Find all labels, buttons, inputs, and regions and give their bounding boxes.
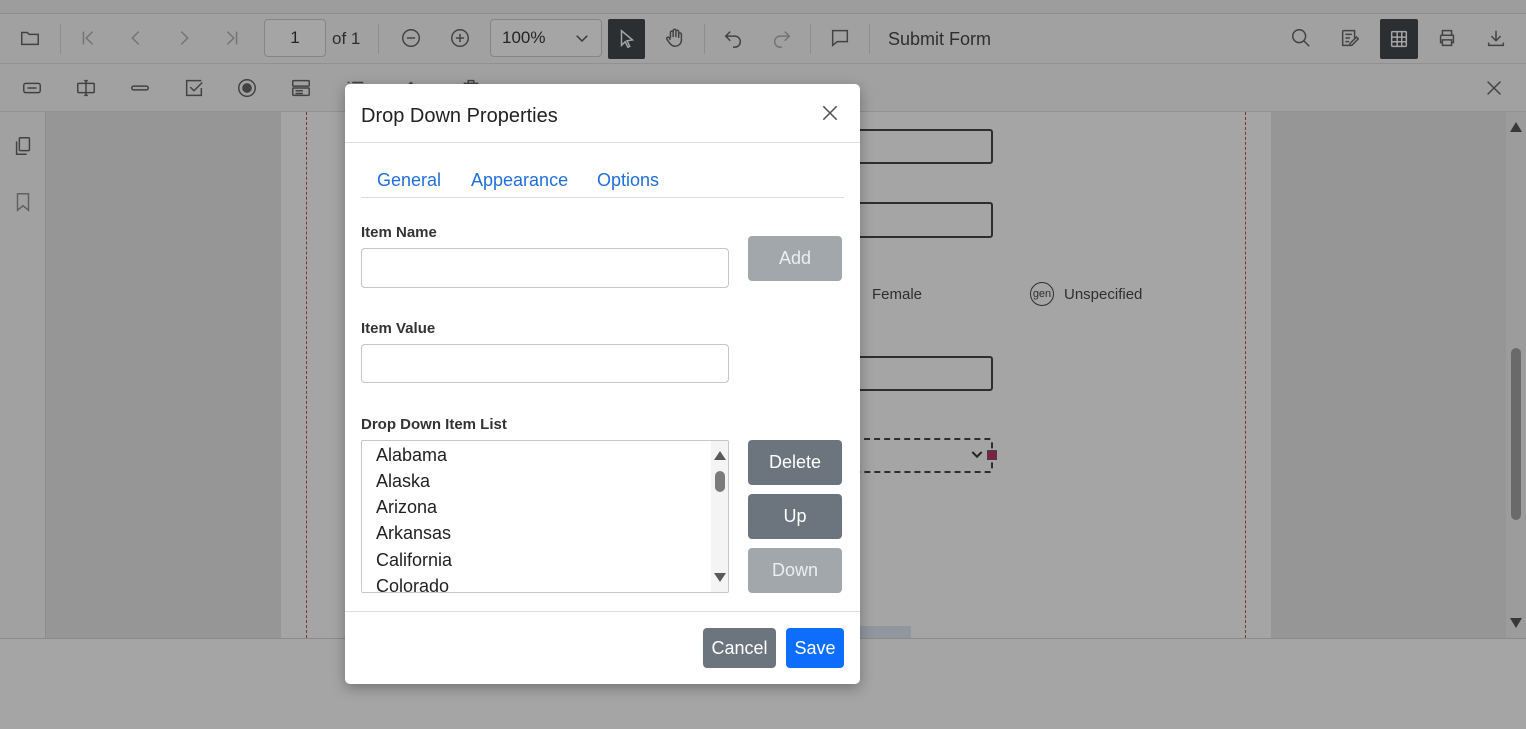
tab-general[interactable]: General bbox=[377, 170, 441, 191]
list-item[interactable]: California bbox=[376, 550, 452, 571]
drop-down-properties-dialog: Drop Down Properties General Appearance … bbox=[345, 84, 860, 684]
tab-options[interactable]: Options bbox=[597, 170, 659, 191]
down-button[interactable]: Down bbox=[748, 548, 842, 593]
dialog-title: Drop Down Properties bbox=[361, 105, 558, 127]
scroll-up-icon[interactable] bbox=[714, 451, 726, 460]
item-value-label: Item Value bbox=[361, 320, 436, 337]
item-name-label: Item Name bbox=[361, 224, 437, 241]
tab-appearance[interactable]: Appearance bbox=[471, 170, 568, 191]
dialog-footer-divider bbox=[345, 611, 860, 612]
save-button[interactable]: Save bbox=[786, 628, 844, 668]
dialog-tabs: General Appearance Options bbox=[361, 170, 844, 198]
add-button[interactable]: Add bbox=[748, 236, 842, 281]
drop-down-item-list[interactable]: Alabama Alaska Arizona Arkansas Californ… bbox=[361, 440, 729, 593]
list-scrollbar[interactable] bbox=[711, 441, 728, 592]
item-name-input[interactable] bbox=[361, 248, 729, 288]
up-button[interactable]: Up bbox=[748, 494, 842, 539]
list-scrollbar-thumb[interactable] bbox=[715, 471, 725, 492]
list-item[interactable]: Arkansas bbox=[376, 523, 451, 544]
delete-button[interactable]: Delete bbox=[748, 440, 842, 485]
scroll-down-icon[interactable] bbox=[714, 573, 726, 582]
list-item[interactable]: Colorado bbox=[376, 576, 449, 592]
list-item[interactable]: Arizona bbox=[376, 497, 437, 518]
list-item[interactable]: Alabama bbox=[376, 445, 447, 466]
dialog-header: Drop Down Properties bbox=[345, 84, 860, 143]
close-icon[interactable] bbox=[815, 98, 845, 128]
item-value-input[interactable] bbox=[361, 344, 729, 383]
drop-down-item-list-label: Drop Down Item List bbox=[361, 416, 507, 433]
list-item[interactable]: Alaska bbox=[376, 471, 430, 492]
cancel-button[interactable]: Cancel bbox=[703, 628, 776, 668]
